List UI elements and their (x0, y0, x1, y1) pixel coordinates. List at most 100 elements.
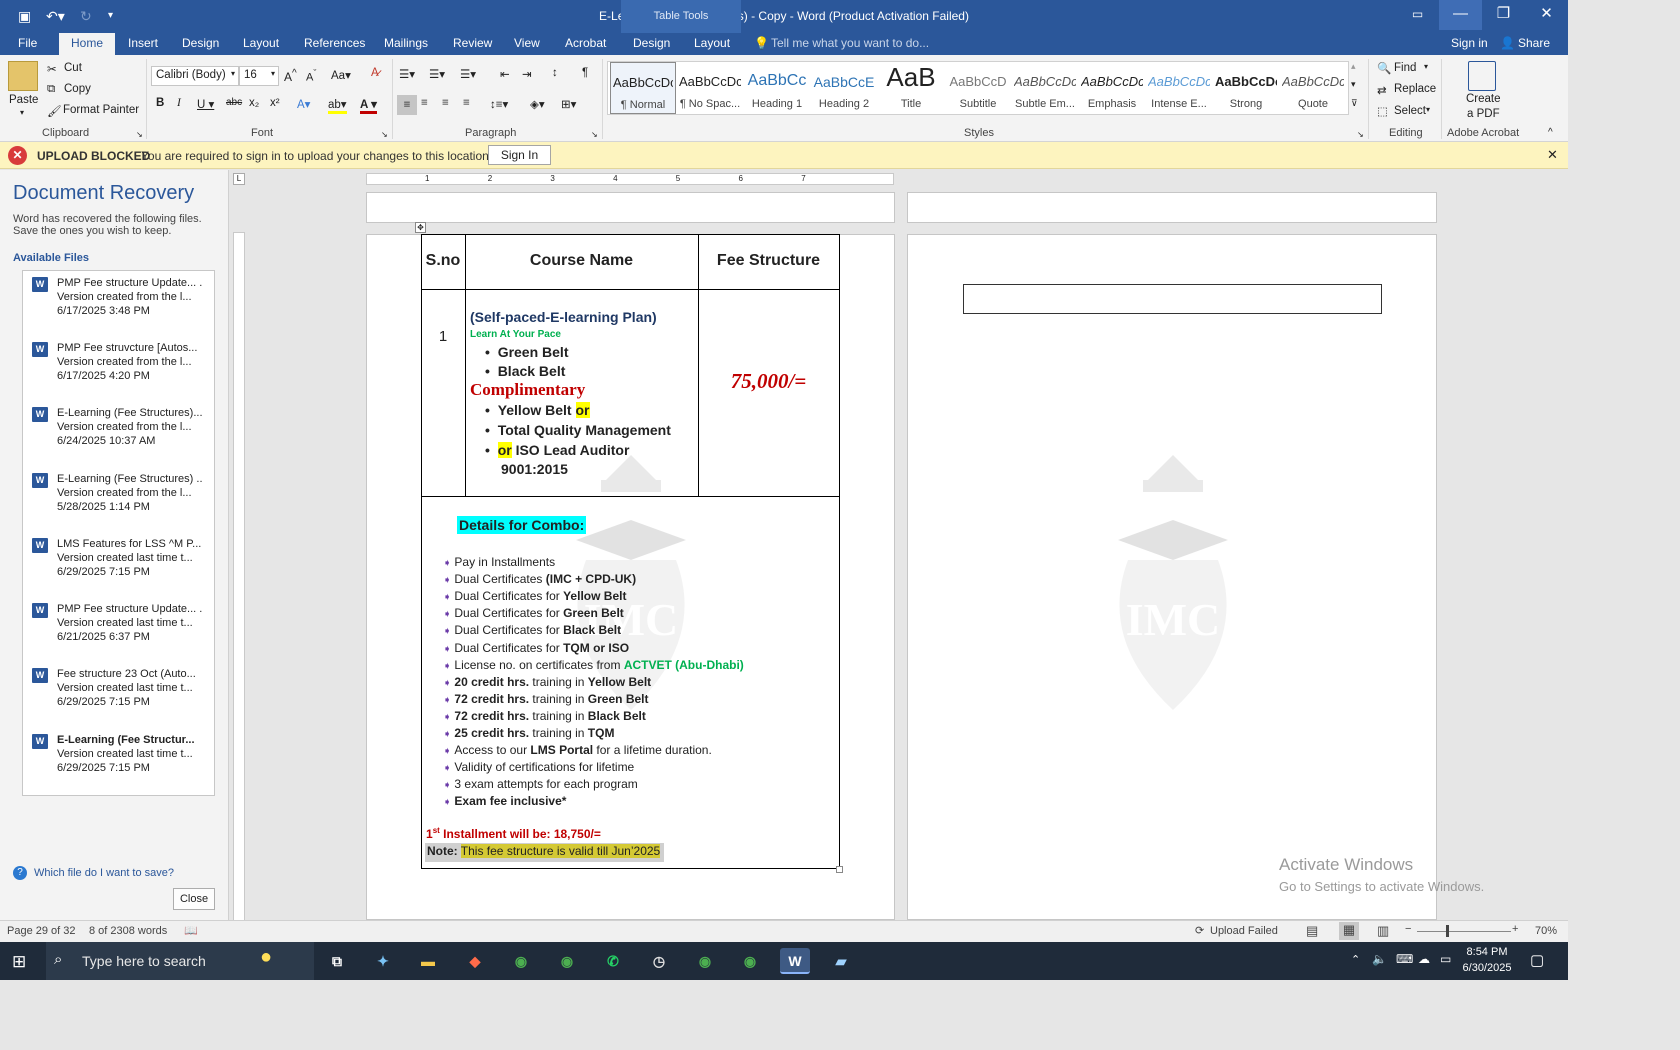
recovery-close-button[interactable]: Close (173, 888, 215, 910)
align-right-icon[interactable]: ≡ (442, 97, 449, 109)
tab-review[interactable]: Review (453, 36, 492, 50)
tab-home[interactable]: Home (59, 33, 116, 55)
read-mode-icon[interactable]: ▤ (1306, 923, 1318, 939)
taskbar-time[interactable]: 8:54 PM (1462, 946, 1512, 958)
style-heading-2[interactable]: AaBbCcE Heading 2 (811, 62, 877, 114)
chrome-icon[interactable]: ◉ (506, 948, 536, 974)
paste-button[interactable]: Paste (9, 94, 38, 106)
recovered-file-item[interactable]: W PMP Fee structure Update... . Version cr… (23, 271, 214, 331)
windows-start-icon[interactable]: ⊞ (12, 952, 26, 972)
paste-icon[interactable] (8, 61, 38, 91)
tab-layout[interactable]: Layout (243, 36, 279, 50)
font-size-box[interactable]: 16 ▾ (239, 66, 279, 86)
style-strong[interactable]: AaBbCcDc Strong (1213, 62, 1279, 114)
subscript-icon[interactable]: x₂ (249, 97, 259, 109)
horizontal-ruler[interactable]: 1 2 3 4 5 6 7 (366, 173, 894, 185)
tab-references[interactable]: References (304, 36, 365, 50)
recovered-file-item[interactable]: W Fee structure 23 Oct (Auto... Version cr… (23, 662, 214, 722)
style-quote[interactable]: AaBbCcDc Quote (1280, 62, 1346, 114)
onedrive-icon[interactable]: ☁ (1418, 952, 1430, 966)
shrink-font-icon[interactable]: Aˇ (306, 68, 316, 84)
chrome-icon[interactable]: ◉ (552, 948, 582, 974)
highlight-icon[interactable]: ab▾ (328, 97, 347, 114)
tab-view[interactable]: View (514, 36, 540, 50)
superscript-icon[interactable]: x² (270, 97, 280, 109)
show-marks-icon[interactable]: ¶ (582, 67, 588, 79)
tab-table-design[interactable]: Design (633, 36, 670, 50)
gallery-more-icon[interactable]: ⊽ (1351, 98, 1358, 109)
grow-font-icon[interactable]: A^ (284, 68, 297, 84)
replace-button[interactable]: Replace (1394, 83, 1436, 95)
volume-icon[interactable]: 🔈 (1372, 952, 1387, 966)
chrome-icon[interactable]: ◉ (690, 948, 720, 974)
collapse-ribbon-icon[interactable]: ^ (1548, 127, 1553, 138)
create-pdf-label-1[interactable]: Create (1466, 93, 1501, 105)
which-file-link[interactable]: Which file do I want to save? (34, 867, 174, 879)
word-count[interactable]: 8 of 2308 words (89, 925, 167, 937)
text-effects-icon[interactable]: A▾ (297, 97, 310, 111)
style-heading-1[interactable]: AaBbCc Heading 1 (744, 62, 810, 114)
notifications-icon[interactable]: ▢ (1530, 951, 1544, 969)
vertical-ruler[interactable] (233, 232, 245, 922)
table-move-handle-icon[interactable]: ✥ (415, 222, 426, 233)
message-sign-in-button[interactable]: Sign In (488, 145, 551, 165)
bold-icon[interactable]: B (156, 97, 164, 109)
task-view-icon[interactable]: ⧉ (322, 948, 352, 974)
tab-design[interactable]: Design (182, 36, 219, 50)
clear-formatting-icon[interactable]: A̷ (371, 67, 379, 79)
chevron-down-icon[interactable]: ▾ (1426, 105, 1430, 114)
shading-icon[interactable]: ◈▾ (530, 97, 545, 111)
restore-icon[interactable]: ❐ (1482, 0, 1525, 30)
select-button[interactable]: Select (1394, 105, 1426, 117)
tab-acrobat[interactable]: Acrobat (565, 36, 606, 50)
empty-text-box[interactable] (963, 284, 1382, 314)
zoom-level[interactable]: 70% (1535, 925, 1557, 937)
recovered-file-item[interactable]: W E-Learning (Fee Structures)... Version c… (23, 401, 214, 461)
recovered-file-item[interactable]: W LMS Features for LSS ^M P... Version cre… (23, 532, 214, 592)
tab-insert[interactable]: Insert (128, 36, 158, 50)
style-emphasis[interactable]: AaBbCcDc Emphasis (1079, 62, 1145, 114)
taskbar-date[interactable]: 6/30/2025 (1458, 962, 1516, 974)
strikethrough-icon[interactable]: abc (226, 97, 242, 108)
style-no-spacing[interactable]: AaBbCcDc ¶ No Spac... (677, 62, 743, 114)
tray-app-icon[interactable]: ⌨ (1396, 952, 1413, 966)
font-launcher-icon[interactable]: ↘ (381, 130, 388, 139)
copilot-icon[interactable]: ✦ (368, 948, 398, 974)
whatsapp-icon[interactable]: ✆ (598, 948, 628, 974)
paragraph-launcher-icon[interactable]: ↘ (591, 130, 598, 139)
web-layout-icon[interactable]: ▥ (1377, 923, 1389, 939)
align-center-icon[interactable]: ≡ (421, 97, 428, 109)
clock-app-icon[interactable]: ◷ (644, 948, 674, 974)
app-icon[interactable]: ◆ (460, 948, 490, 974)
copy-button[interactable]: Copy (64, 83, 91, 95)
upload-status[interactable]: Upload Failed (1210, 925, 1278, 937)
style-title[interactable]: AaB Title (878, 62, 944, 114)
recovered-file-item[interactable]: W PMP Fee structure Update... . Version cr… (23, 597, 214, 657)
tray-chevron-icon[interactable]: ⌃ (1351, 953, 1360, 966)
decrease-indent-icon[interactable]: ⇤ (500, 67, 510, 81)
ribbon-display-options-icon[interactable]: ▭ (1396, 0, 1439, 30)
sort-icon[interactable]: ↕ (552, 67, 558, 79)
close-window-icon[interactable]: ✕ (1525, 0, 1568, 30)
share-button[interactable]: Share (1518, 36, 1550, 50)
underline-icon[interactable]: U ▾ (197, 97, 214, 111)
close-message-icon[interactable]: ✕ (1547, 147, 1558, 163)
tab-table-layout[interactable]: Layout (694, 36, 730, 50)
line-spacing-icon[interactable]: ↕≡▾ (490, 97, 508, 111)
file-explorer-icon[interactable]: ▬ (413, 948, 443, 974)
paste-dropdown-icon[interactable]: ▾ (20, 108, 24, 117)
word-taskbar-icon[interactable]: W (780, 948, 810, 974)
italic-icon[interactable]: I (177, 97, 181, 109)
create-pdf-icon[interactable] (1468, 61, 1496, 91)
recovered-file-item[interactable]: W E-Learning (Fee Structures) .. Version c… (23, 467, 214, 527)
app-icon[interactable]: ▰ (826, 948, 856, 974)
style-subtitle[interactable]: AaBbCcD Subtitle (945, 62, 1011, 114)
justify-icon[interactable]: ≡ (463, 97, 470, 109)
page-count[interactable]: Page 29 of 32 (7, 925, 76, 937)
clipboard-launcher-icon[interactable]: ↘ (136, 130, 143, 139)
zoom-slider-thumb[interactable] (1446, 925, 1449, 937)
cut-button[interactable]: Cut (64, 62, 82, 74)
style-normal[interactable]: AaBbCcDc ¶ Normal (610, 62, 676, 114)
bullets-icon[interactable]: ☰▾ (399, 67, 415, 81)
tab-file[interactable]: File (18, 36, 37, 50)
